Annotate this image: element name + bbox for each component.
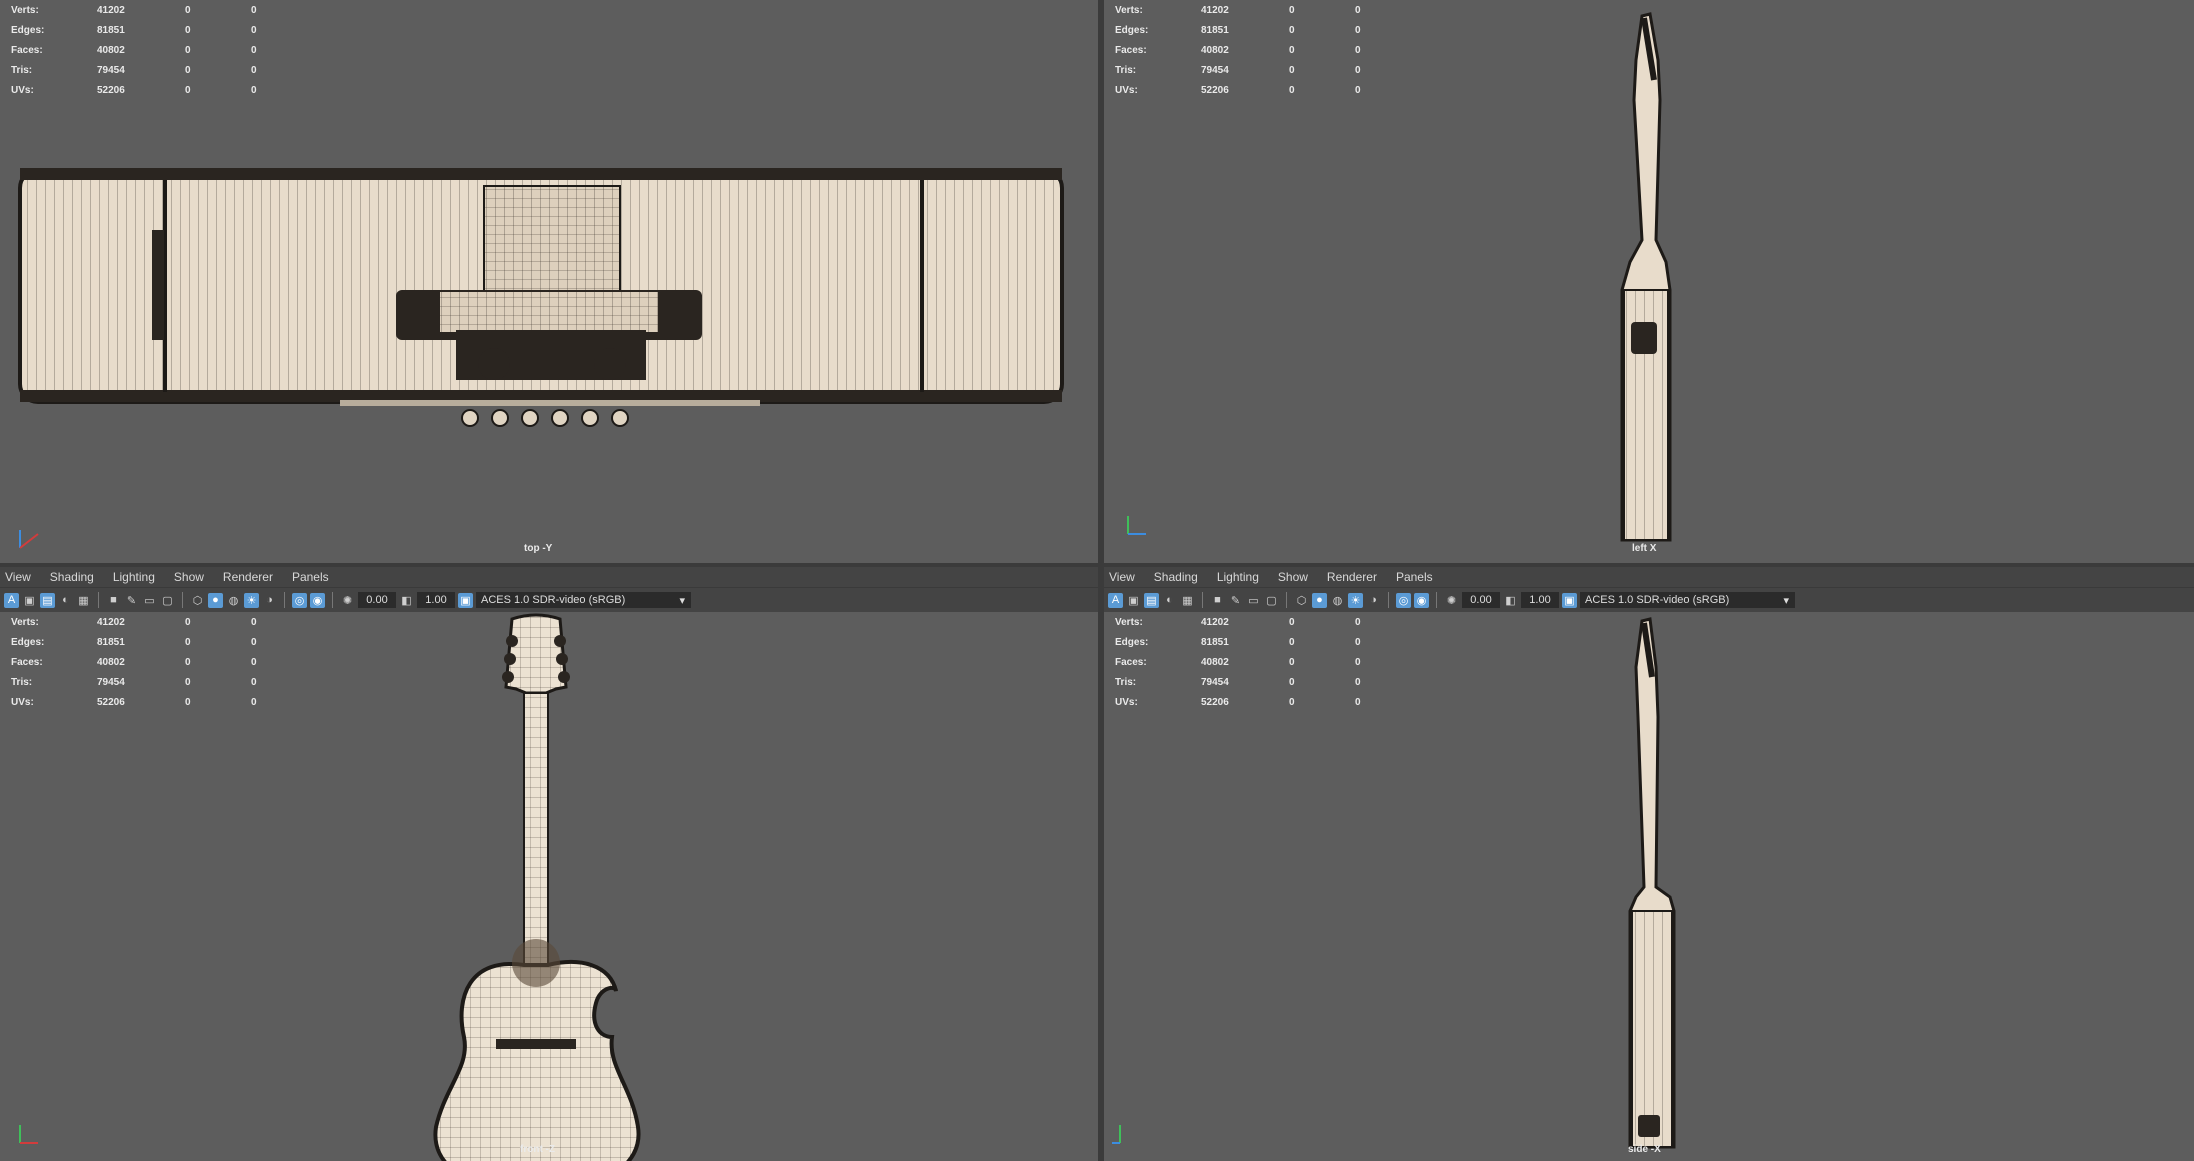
viewport-top[interactable]: Verts: 41202 0 0 Edges: 81851 0 0 Faces: 40802 0… <box>0 0 1098 563</box>
viewport-left[interactable]: Verts: 41202 0 0 Edges: 81851 0 0 Faces: 40802 0… <box>1104 0 2194 563</box>
axis-gizmo-icon <box>1127 516 1146 535</box>
guitar-side-mesh <box>1628 617 1676 1149</box>
guitar-left-mesh <box>1620 12 1672 542</box>
viewport-camera-label: left X <box>1632 543 1657 554</box>
viewport-camera-label: top -Y <box>524 543 553 554</box>
axis-gizmo-icon <box>19 1125 38 1144</box>
viewport-side[interactable]: View Shading Lighting Show Renderer Pane… <box>1104 567 2194 1161</box>
guitar-top-mesh <box>18 168 1064 427</box>
viewport-camera-label: front -Z <box>520 1144 555 1155</box>
guitar-front-mesh <box>433 613 641 1161</box>
viewport-camera-label: side -X <box>1628 1144 1661 1155</box>
axis-gizmo-icon <box>1112 1125 1121 1144</box>
axis-gizmo-icon <box>19 530 39 549</box>
viewport-front[interactable]: View Shading Lighting Show Renderer Pane… <box>0 567 1098 1161</box>
